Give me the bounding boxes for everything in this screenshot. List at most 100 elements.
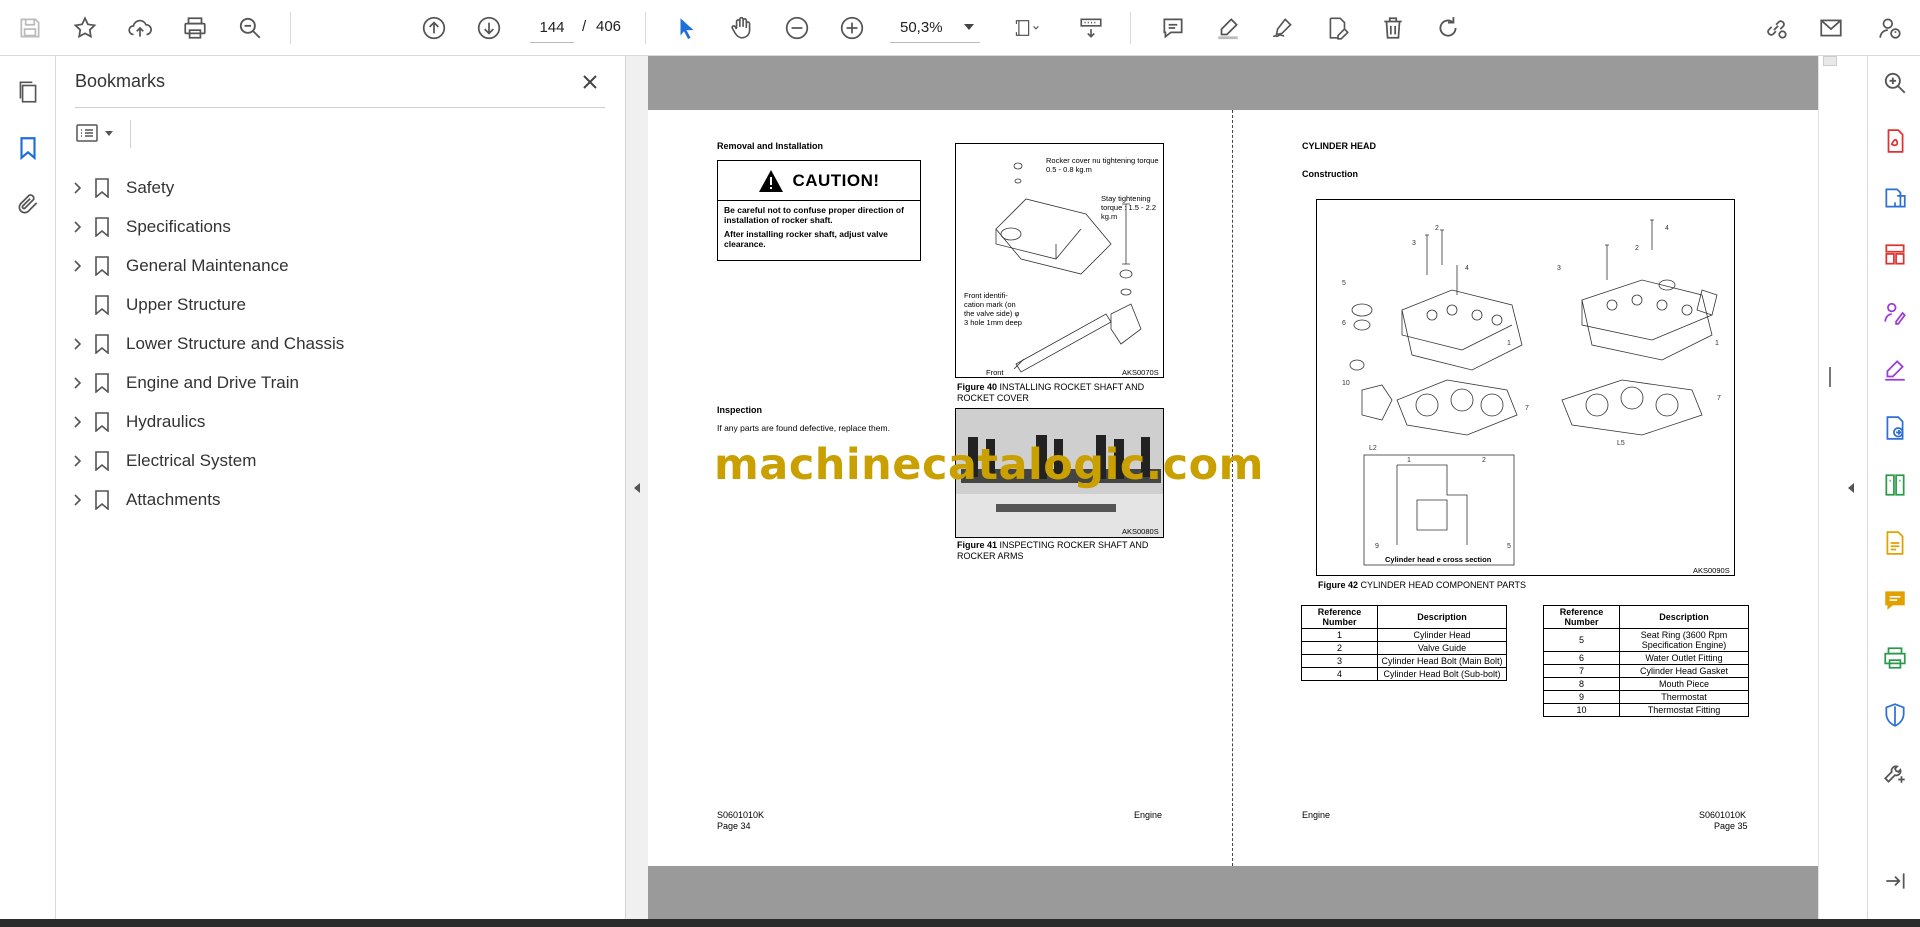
organize-pages-icon[interactable] <box>1878 238 1912 272</box>
bookmark-item[interactable]: Lower Structure and Chassis <box>66 324 606 363</box>
page-fit-icon[interactable] <box>1002 10 1052 46</box>
request-signature-icon[interactable] <box>1878 296 1912 330</box>
send-review-icon[interactable] <box>1878 411 1912 445</box>
figure-code: AKS0090S <box>1693 566 1730 575</box>
figure-code: AKS0080S <box>1122 527 1159 536</box>
svg-text:5: 5 <box>1342 280 1346 287</box>
rotate-icon[interactable] <box>1430 10 1466 46</box>
bookmark-item[interactable]: Upper Structure <box>66 285 606 324</box>
chevron-right-icon[interactable] <box>70 376 84 390</box>
table-row: 6 Water Outlet Fitting <box>1543 651 1749 665</box>
comment-icon[interactable] <box>1155 10 1191 46</box>
chevron-right-icon[interactable] <box>70 337 84 351</box>
chevron-right-icon[interactable] <box>70 259 84 273</box>
page-footer-section: Engine <box>1134 810 1163 820</box>
svg-text:7: 7 <box>1717 395 1721 402</box>
page-footer-code: S0601010K <box>717 810 765 820</box>
print-production-icon[interactable] <box>1878 641 1912 675</box>
bookmark-icon <box>94 178 110 199</box>
bookmark-item[interactable]: Specifications <box>66 207 606 246</box>
compare-files-icon[interactable] <box>1878 468 1912 502</box>
attachments-icon[interactable] <box>10 186 46 222</box>
chevron-right-icon[interactable] <box>70 454 84 468</box>
select-cursor-icon[interactable] <box>669 10 705 46</box>
create-pdf-icon[interactable] <box>1878 181 1912 215</box>
vertical-scrollbar[interactable] <box>1818 56 1867 919</box>
chevron-right-icon[interactable] <box>70 220 84 234</box>
close-icon[interactable] <box>576 68 604 96</box>
collapse-right-panel-icon[interactable] <box>1845 478 1857 498</box>
hand-icon[interactable] <box>724 10 760 46</box>
section-heading: Inspection <box>717 405 763 415</box>
caution-body: Be careful not to confuse proper directi… <box>718 201 920 253</box>
svg-text:7: 7 <box>1525 405 1529 412</box>
table-row: 9 Thermostat <box>1543 690 1749 704</box>
page-up-icon[interactable] <box>416 10 452 46</box>
scrollbar-thumb[interactable] <box>1829 367 1831 387</box>
zoom-tool-icon[interactable] <box>1878 66 1912 100</box>
zoom-in-icon[interactable] <box>834 10 870 46</box>
svg-text:2: 2 <box>1435 225 1439 232</box>
bookmark-item[interactable]: Attachments <box>66 480 606 519</box>
bookmark-options-button[interactable] <box>75 118 123 148</box>
list-options-icon <box>76 124 98 142</box>
table-header: Description <box>1377 605 1507 629</box>
bookmark-label: Engine and Drive Train <box>126 373 299 392</box>
chevron-right-icon[interactable] <box>70 181 84 195</box>
zoom-search-icon[interactable] <box>232 10 268 46</box>
email-icon[interactable] <box>1813 10 1849 46</box>
comment-tool-icon[interactable] <box>1878 583 1912 617</box>
page-number-input[interactable] <box>530 13 574 43</box>
scroll-mode-icon[interactable] <box>1073 10 1109 46</box>
bookmark-item[interactable]: Electrical System <box>66 441 606 480</box>
bookmark-icon <box>94 295 110 316</box>
scrollbar-top-button[interactable] <box>1823 56 1837 66</box>
bookmark-star-icon[interactable] <box>67 10 103 46</box>
watermark-text: machinecatalogic.com <box>714 440 1264 490</box>
expand-panel-icon[interactable] <box>1878 864 1912 898</box>
bookmarks-panel-icon[interactable] <box>10 130 46 166</box>
delete-icon[interactable] <box>1375 10 1411 46</box>
svg-text:1: 1 <box>1507 340 1511 347</box>
share-link-icon[interactable] <box>1758 10 1794 46</box>
highlight-icon[interactable] <box>1210 10 1246 46</box>
caution-title: CAUTION! <box>792 170 880 190</box>
protect-shield-icon[interactable] <box>1878 698 1912 732</box>
zoom-select[interactable]: 50,3% <box>890 13 980 43</box>
scan-ocr-icon[interactable] <box>1878 526 1912 560</box>
chevron-right-icon[interactable] <box>70 415 84 429</box>
save-icon[interactable] <box>12 10 48 46</box>
fill-sign-icon[interactable] <box>1878 353 1912 387</box>
bookmark-item[interactable]: Hydraulics <box>66 402 606 441</box>
bookmark-label: General Maintenance <box>126 256 289 275</box>
page-down-icon[interactable] <box>471 10 507 46</box>
svg-text:10: 10 <box>1342 380 1350 387</box>
page-thumbnails-icon[interactable] <box>10 74 46 110</box>
upload-icon[interactable] <box>122 10 158 46</box>
collapse-left-panel-icon[interactable] <box>631 478 643 498</box>
export-pdf-icon[interactable] <box>1878 124 1912 158</box>
table-cell-number: 5 <box>1543 628 1620 652</box>
table-row: 7 Cylinder Head Gasket <box>1543 664 1749 678</box>
svg-text:2: 2 <box>1635 245 1639 252</box>
panel-divider <box>75 107 605 108</box>
chevron-right-icon[interactable] <box>70 493 84 507</box>
account-help-icon[interactable] <box>1872 10 1908 46</box>
table-row: 2 Valve Guide <box>1301 641 1507 655</box>
bookmark-icon <box>94 373 110 394</box>
print-icon[interactable] <box>177 10 213 46</box>
left-navigation-rail <box>0 56 56 919</box>
section-heading: CYLINDER HEAD <box>1302 141 1377 151</box>
caution-header: CAUTION! <box>718 161 920 201</box>
more-tools-icon[interactable] <box>1878 756 1912 790</box>
bookmark-item[interactable]: Safety <box>66 168 606 207</box>
sign-icon[interactable] <box>1265 10 1301 46</box>
bookmark-item[interactable]: Engine and Drive Train <box>66 363 606 402</box>
zoom-out-icon[interactable] <box>779 10 815 46</box>
inspection-text: If any parts are found defective, replac… <box>717 423 890 433</box>
edit-pdf-icon[interactable] <box>1320 10 1356 46</box>
document-page-right: CYLINDER HEAD Construction 3 2 4 5 6 10 … <box>1233 110 1818 866</box>
table-cell-description: Thermostat Fitting <box>1619 703 1749 717</box>
bookmarks-panel: Bookmarks Safety Specifications General Ma… <box>56 56 626 919</box>
bookmark-item[interactable]: General Maintenance <box>66 246 606 285</box>
